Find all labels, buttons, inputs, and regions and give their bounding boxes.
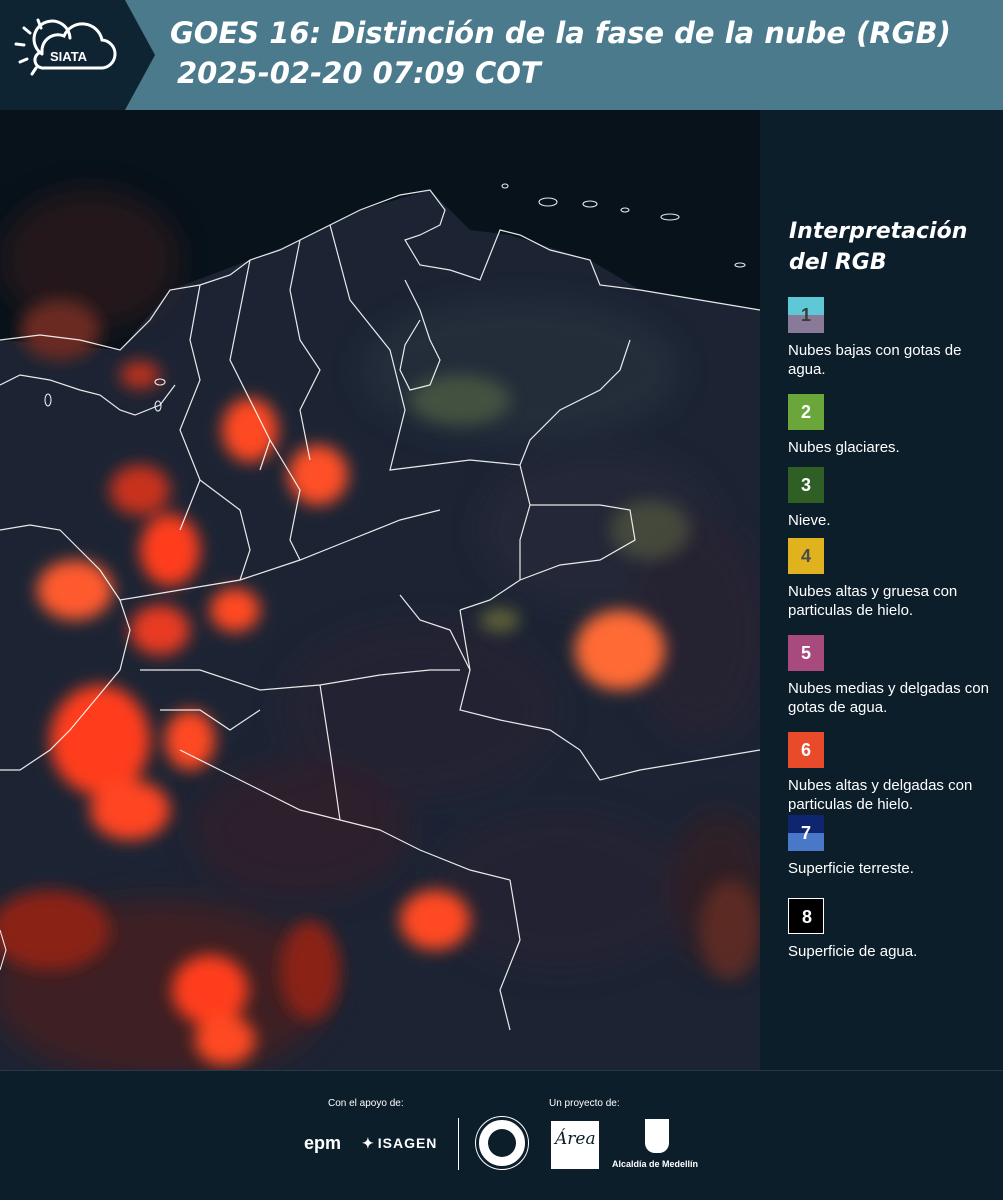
legend-item-label: Nubes bajas con gotas de agua. [788, 342, 962, 378]
area-logo-text: Área [555, 1129, 596, 1149]
isagen-logo: ✦ ISAGEN [362, 1135, 437, 1152]
legend-title-line2: del RGB [789, 250, 887, 275]
legend-swatch: 6 [788, 732, 824, 768]
legend-item: 4 Nubes altas y gruesa con particulas de … [788, 538, 998, 620]
seal-inner [488, 1129, 516, 1157]
legend-title-line1: Interpretación [789, 219, 968, 244]
legend-swatch: 3 [788, 467, 824, 503]
footer: Con el apoyo de: Un proyecto de: epm ✦ IS… [0, 1070, 1003, 1200]
legend-swatch: 1 [788, 297, 824, 333]
legend-panel: Interpretación del RGB 1 Nubes bajas con … [760, 110, 1003, 1070]
footer-divider [458, 1118, 459, 1170]
siata-logo: SIATA [0, 0, 155, 110]
legend-item-label: Superficie terreste. [788, 860, 914, 877]
legend-title: Interpretación del RGB [789, 216, 967, 278]
page-title: GOES 16: Distinción de la fase de la nub… [170, 16, 951, 50]
legend-swatch: 4 [788, 538, 824, 574]
legend-item: 5 Nubes medias y delgadas con gotas de ag… [788, 635, 998, 717]
legend-swatch-number: 3 [800, 475, 811, 495]
university-seal-icon [476, 1117, 528, 1169]
legend-item-label: Superficie de agua. [788, 943, 918, 960]
header-bar: SIATA GOES 16: Distinción de la fase de … [0, 0, 1003, 110]
alcaldia-shield-icon [645, 1119, 669, 1153]
satellite-map [0, 110, 760, 1070]
sun-cloud-icon: SIATA [14, 18, 117, 76]
legend-item-label: Nubes glaciares. [788, 439, 900, 456]
legend-item-label: Nubes altas y delgadas con particulas de… [788, 777, 973, 813]
support-label: Con el apoyo de: [328, 1098, 404, 1109]
legend-swatch-number: 1 [800, 305, 811, 325]
legend-swatch-number: 8 [801, 907, 812, 927]
legend-swatch: 7 [788, 815, 824, 851]
satellite-image [0, 110, 760, 1070]
legend-item-label: Nubes altas y gruesa con particulas de h… [788, 583, 958, 619]
legend-swatch-number: 4 [800, 546, 811, 566]
legend-swatch: 5 [788, 635, 824, 671]
alcaldia-label: Alcaldía de Medellín [612, 1159, 699, 1169]
area-metropolitana-logo: Área [551, 1121, 599, 1169]
legend-swatch: 2 [788, 394, 824, 430]
legend-swatch-number: 5 [800, 643, 811, 663]
isagen-label: ISAGEN [377, 1135, 438, 1151]
isagen-mark-icon: ✦ [362, 1135, 375, 1151]
legend-swatch-number: 2 [800, 402, 811, 422]
timestamp: 2025-02-20 07:09 COT [177, 56, 541, 90]
legend-item: 1 Nubes bajas con gotas de agua. [788, 297, 998, 379]
legend-item-label: Nubes medias y delgadas con gotas de agu… [788, 680, 989, 716]
svg-text:SIATA: SIATA [50, 49, 88, 64]
legend-item: 2 Nubes glaciares. [788, 394, 998, 457]
epm-logo: epm [304, 1133, 342, 1153]
legend-swatch-number: 7 [800, 823, 811, 843]
legend-item: 7 Superficie terreste. [788, 815, 998, 878]
project-label: Un proyecto de: [549, 1098, 620, 1109]
legend-item: 3 Nieve. [788, 467, 998, 530]
legend-item: 6 Nubes altas y delgadas con particulas d… [788, 732, 998, 814]
legend-item: 8 Superficie de agua. [788, 898, 998, 961]
legend-swatch-number: 6 [800, 740, 811, 760]
legend-swatch: 8 [788, 898, 824, 934]
legend-item-label: Nieve. [788, 512, 831, 529]
